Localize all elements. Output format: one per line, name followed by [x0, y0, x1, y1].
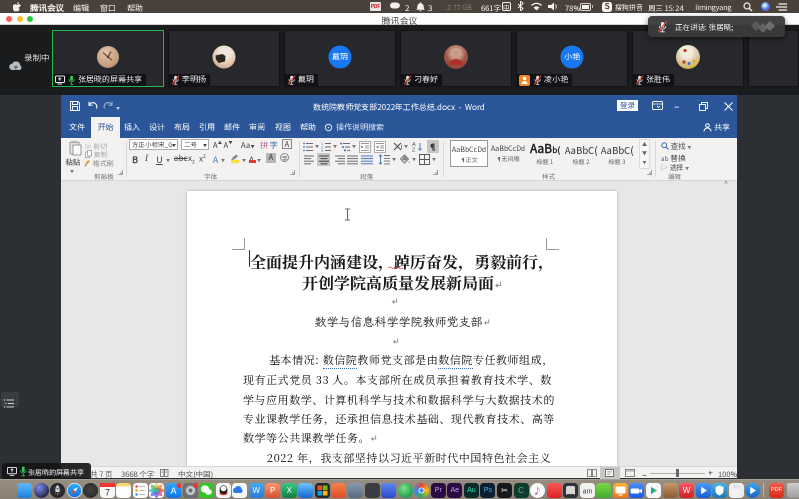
svg-text:am: am	[582, 488, 592, 495]
svg-text:♪: ♪	[533, 484, 542, 497]
svg-text:Z: Z	[412, 148, 416, 153]
svg-text:3.: 3.	[321, 149, 324, 152]
svg-text:7: 7	[105, 487, 110, 497]
svg-text:A: A	[170, 486, 176, 496]
